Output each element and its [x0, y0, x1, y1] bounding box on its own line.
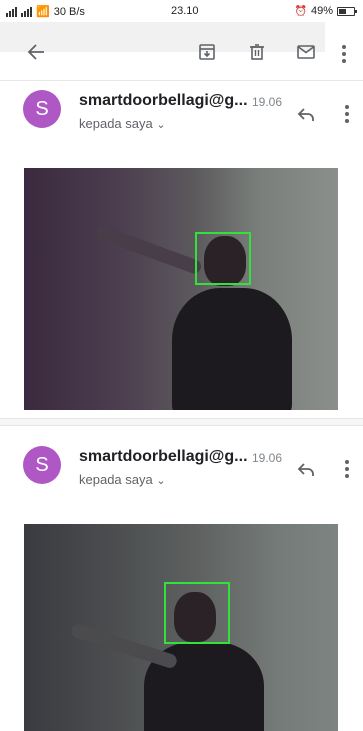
signal-icon: [6, 6, 17, 17]
battery-icon: [337, 6, 357, 16]
arrow-left-icon[interactable]: [22, 38, 50, 66]
recipient-label: kepada saya: [79, 116, 153, 131]
face-detection-box: [164, 582, 230, 644]
message-separator: [0, 418, 363, 426]
alarm-icon: ⏰: [294, 5, 307, 17]
photo-person-body: [172, 288, 292, 410]
reply-icon[interactable]: [295, 458, 319, 482]
message-item: S smartdoorbellagi@g... 19.06 kepada say…: [0, 434, 363, 731]
recipient-details-toggle[interactable]: kepada saya ⌄: [79, 116, 166, 131]
message-time: 19.06: [252, 451, 283, 465]
mail-icon[interactable]: [292, 38, 320, 66]
message-item: S smartdoorbellagi@g... 19.06 kepada say…: [0, 81, 363, 411]
chevron-down-icon: ⌄: [156, 119, 166, 131]
archive-icon[interactable]: [193, 38, 221, 66]
attached-photo[interactable]: [24, 168, 338, 410]
chevron-down-icon: ⌄: [156, 475, 166, 487]
network-speed: 30 B/s: [53, 5, 85, 18]
photo-person-arm: [94, 224, 204, 276]
signal-icon-2: [21, 6, 32, 17]
face-detection-box: [195, 232, 251, 285]
wifi-icon: 📶: [36, 6, 50, 18]
sender-name[interactable]: smartdoorbellagi@g...: [79, 92, 248, 110]
reply-icon[interactable]: [295, 103, 319, 127]
status-right: ⏰ 49%: [294, 5, 357, 17]
avatar[interactable]: S: [23, 446, 61, 484]
message-time: 19.06: [252, 95, 283, 109]
message-more-icon[interactable]: [339, 456, 355, 480]
battery-percent: 49%: [310, 5, 333, 17]
status-bar: 📶 30 B/s 23.10 ⏰ 49%: [0, 0, 363, 22]
status-left: 📶 30 B/s: [6, 5, 85, 18]
recipient-label: kepada saya: [79, 472, 153, 487]
attached-photo[interactable]: [24, 524, 338, 731]
trash-icon[interactable]: [243, 38, 271, 66]
sender-name[interactable]: smartdoorbellagi@g...: [79, 448, 248, 466]
message-more-icon[interactable]: [339, 101, 355, 125]
app-bar: [0, 22, 363, 80]
recipient-details-toggle[interactable]: kepada saya ⌄: [79, 472, 166, 487]
photo-person-arm: [69, 622, 179, 670]
more-vert-icon[interactable]: [334, 38, 354, 66]
status-time: 23.10: [171, 5, 199, 17]
avatar[interactable]: S: [23, 90, 61, 128]
